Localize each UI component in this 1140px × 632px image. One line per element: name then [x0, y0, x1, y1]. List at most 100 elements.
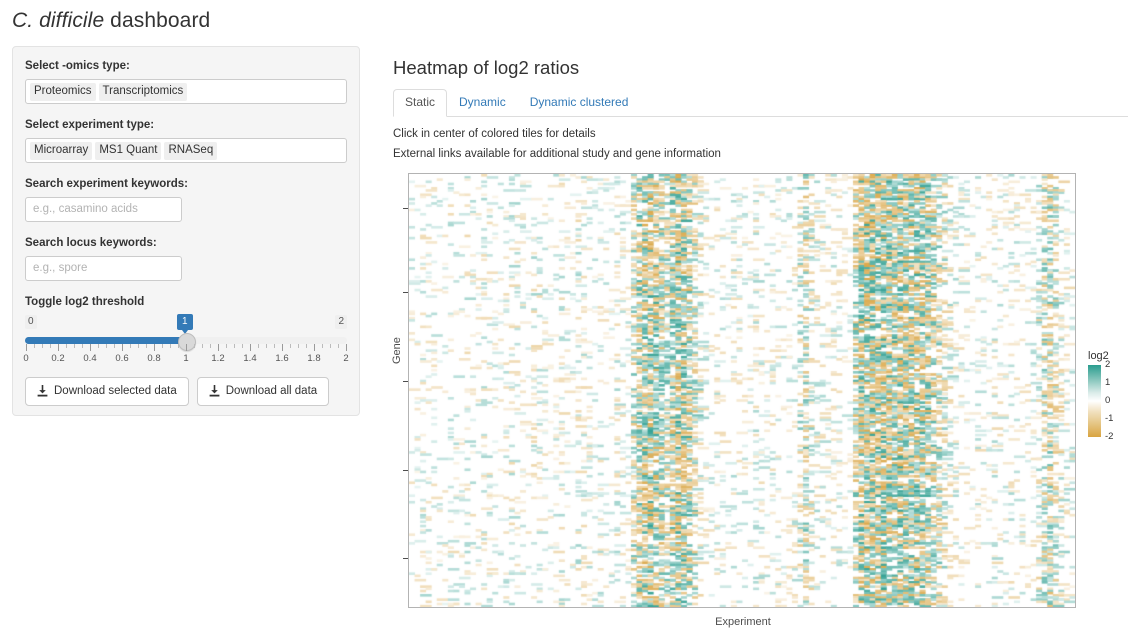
chip-experiment-0[interactable]: Microarray [30, 141, 93, 160]
slider-tick-major [186, 343, 187, 351]
chip-omics-0[interactable]: Proteomics [30, 82, 96, 101]
hint-external-links: External links available for additional … [393, 147, 721, 160]
slider-tick-minor [114, 343, 115, 348]
experiment-type-select[interactable]: Microarray MS1 Quant RNASeq [25, 137, 347, 163]
heatmap-panel[interactable] [408, 173, 1076, 608]
slider-tick-major [26, 343, 27, 351]
slider-tick-major [346, 343, 347, 351]
legend-tick: 1 [1105, 377, 1111, 389]
experiment-keyword-label: Search experiment keywords: [25, 177, 188, 190]
slider-tick-label: 1 [183, 352, 189, 364]
legend-tick: -2 [1105, 431, 1114, 443]
download-button-row: Download selected data Download all data [25, 376, 347, 406]
locus-keyword-group: Search locus keywords: [25, 236, 347, 281]
slider-tick-major [58, 343, 59, 351]
slider-tick-minor [162, 343, 163, 348]
chip-omics-1[interactable]: Transcriptomics [98, 82, 188, 101]
log2-threshold-slider[interactable]: 0 2 1 0 0.2 0.4 0.6 0.8 1 1.2 1.4 1.6 1.8 2 [23, 313, 349, 367]
slider-tick-major [250, 343, 251, 351]
slider-tick-major [90, 343, 91, 351]
experiment-keyword-input[interactable] [25, 196, 182, 222]
slider-tick-label: 2 [343, 352, 349, 364]
slider-tick-minor [194, 343, 195, 348]
hint-click-tiles: Click in center of colored tiles for det… [393, 128, 596, 141]
heatmap-title: Heatmap of log2 ratios [393, 57, 580, 78]
legend-body: 2 1 0 -1 -2 [1088, 360, 1138, 442]
page-title-species: C. difficile [12, 9, 105, 32]
slider-tick-label: 1.4 [243, 352, 257, 364]
slider-tick-label: 1.2 [211, 352, 225, 364]
slider-tick-minor [178, 343, 179, 348]
slider-tick-minor [210, 343, 211, 348]
slider-tick-minor [330, 343, 331, 348]
slider-tick-minor [274, 343, 275, 348]
slider-tick-label: 0.4 [83, 352, 97, 364]
slider-tick-minor [82, 343, 83, 348]
tab-dynamic[interactable]: Dynamic [447, 89, 518, 117]
log2-threshold-label: Toggle log2 threshold [25, 295, 145, 308]
slider-tick-minor [226, 343, 227, 348]
page-title: C. difficile dashboard [12, 9, 210, 33]
slider-tick-major [122, 343, 123, 351]
slider-tick-label: 1.8 [307, 352, 321, 364]
slider-tick-minor [130, 343, 131, 348]
slider-tick-minor [322, 343, 323, 348]
slider-tick-minor [290, 343, 291, 348]
locus-keyword-label: Search locus keywords: [25, 236, 157, 249]
slider-tick-minor [146, 343, 147, 348]
slider-tick-major [314, 343, 315, 351]
x-axis-label: Experiment [715, 616, 771, 628]
legend-title: log2 [1088, 350, 1109, 362]
download-all-label: Download all data [225, 385, 318, 398]
locus-keyword-input[interactable] [25, 255, 182, 281]
tab-dynamic-clustered[interactable]: Dynamic clustered [518, 89, 641, 117]
sidebar-panel: Select -omics type: Proteomics Transcrip… [12, 46, 360, 416]
legend-tick: 2 [1105, 359, 1111, 371]
slider-tick-minor [266, 343, 267, 348]
slider-tick-major [154, 343, 155, 351]
main-panel: Heatmap of log2 ratios Static Dynamic Dyna… [393, 46, 1128, 163]
slider-tick-minor [170, 343, 171, 348]
slider-tick-minor [306, 343, 307, 348]
download-selected-button[interactable]: Download selected data [25, 376, 189, 406]
slider-tick-minor [242, 343, 243, 348]
tab-static[interactable]: Static [393, 89, 448, 118]
legend-tick: -1 [1105, 413, 1114, 425]
download-all-button[interactable]: Download all data [196, 376, 330, 406]
slider-tick-minor [50, 343, 51, 348]
omics-type-select[interactable]: Proteomics Transcriptomics [25, 78, 347, 104]
slider-tick-label: 0 [23, 352, 29, 364]
slider-tick-minor [106, 343, 107, 348]
slider-max-label: 2 [335, 314, 347, 329]
slider-min-label: 0 [25, 314, 37, 329]
slider-tick-label: 1.6 [275, 352, 289, 364]
slider-tick-label: 0.8 [147, 352, 161, 364]
slider-tick-minor [42, 343, 43, 348]
legend-colorbar [1088, 365, 1101, 438]
download-icon [37, 385, 48, 397]
slider-tick-minor [202, 343, 203, 348]
y-axis-label: Gene [391, 337, 403, 364]
slider-tick-minor [234, 343, 235, 348]
slider-fill [25, 336, 186, 344]
experiment-type-group: Select experiment type: Microarray MS1 Q… [25, 118, 347, 163]
slider-tick-label: 0.2 [51, 352, 65, 364]
chip-experiment-1[interactable]: MS1 Quant [95, 141, 162, 160]
heatmap-legend: log2 2 1 0 -1 -2 [1088, 350, 1138, 442]
legend-tick: 0 [1105, 395, 1111, 407]
chip-experiment-2[interactable]: RNASeq [164, 141, 218, 160]
slider-tick-minor [74, 343, 75, 348]
page-title-rest: dashboard [104, 9, 211, 32]
slider-tick-labels: 0 0.2 0.4 0.6 0.8 1 1.2 1.4 1.6 1.8 2 [23, 352, 349, 367]
heatmap-canvas[interactable] [409, 174, 1075, 607]
omics-type-label: Select -omics type: [25, 60, 130, 72]
slider-tick-minor [298, 343, 299, 348]
slider-tick-major [218, 343, 219, 351]
heatmap-tabs: Static Dynamic Dynamic clustered [393, 89, 1128, 118]
slider-tick-minor [338, 343, 339, 348]
omics-type-group: Select -omics type: Proteomics Transcrip… [25, 59, 347, 104]
experiment-type-label: Select experiment type: [25, 118, 155, 131]
slider-value-label: 1 [177, 313, 193, 334]
slider-tick-minor [138, 343, 139, 348]
slider-tick-minor [98, 343, 99, 348]
